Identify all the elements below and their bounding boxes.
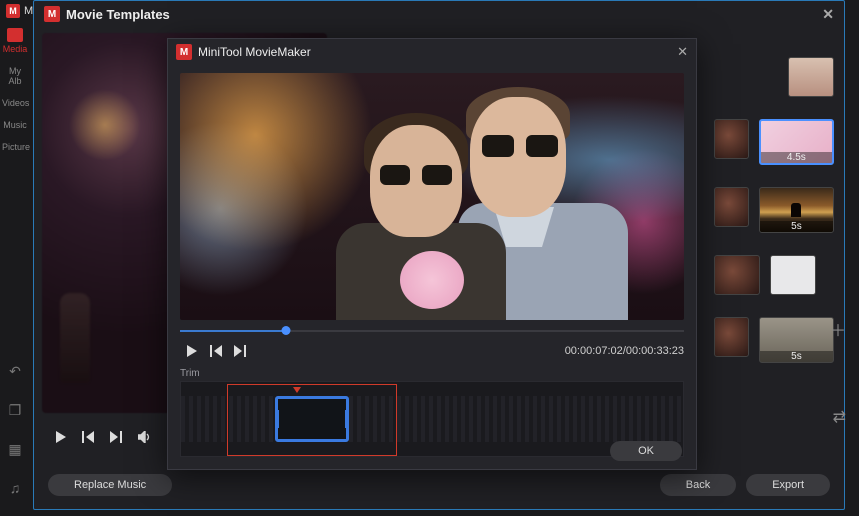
nav-item-media[interactable]: Media — [0, 22, 30, 60]
folder-icon — [7, 28, 23, 42]
time-current: 00:00:07:02 — [565, 345, 623, 357]
add-icon[interactable]: ＋ — [830, 317, 846, 341]
play-button[interactable] — [56, 431, 66, 443]
thumb-2[interactable]: 4.5s — [759, 119, 834, 165]
export-button[interactable]: Export — [746, 474, 830, 496]
thumb-duration: 5s — [760, 351, 833, 362]
moviemaker-titlebar: M MiniTool MovieMaker ✕ — [168, 39, 696, 65]
next-frame-button[interactable] — [228, 345, 252, 357]
thumb-8[interactable]: 5s — [759, 317, 834, 363]
nav-label: Music — [3, 120, 27, 130]
moviemaker-footer: OK — [168, 433, 696, 469]
nav-label: Picture — [2, 142, 30, 152]
nav-item-album[interactable]: My Alb — [0, 60, 30, 92]
thumb-6[interactable] — [770, 255, 816, 295]
thumb-3[interactable] — [714, 187, 749, 227]
ok-button[interactable]: OK — [610, 441, 682, 461]
trim-label: Trim — [180, 368, 684, 379]
play-button[interactable] — [180, 345, 204, 357]
nav-label: Videos — [2, 98, 29, 108]
grid-icon[interactable]: ▦ — [8, 441, 21, 458]
moviemaker-title: MiniTool MovieMaker — [198, 45, 311, 59]
video-preview[interactable] — [180, 73, 684, 320]
thumb-4[interactable]: 5s — [759, 187, 834, 233]
prev-frame-button[interactable] — [204, 345, 228, 357]
trim-handle-left[interactable] — [275, 410, 279, 428]
time-total: 00:00:33:23 — [626, 345, 684, 357]
shuffle-icon[interactable]: ⇄ — [833, 407, 846, 427]
nav-label: My Alb — [8, 66, 21, 86]
moviemaker-dialog: M MiniTool MovieMaker ✕ 00:00:07:02/00:0… — [167, 38, 697, 470]
thumb-0[interactable] — [788, 57, 834, 97]
next-frame-button[interactable] — [110, 431, 122, 443]
nav-item-videos[interactable]: Videos — [0, 92, 30, 114]
nav-item-picture[interactable]: Picture — [0, 136, 30, 158]
templates-titlebar: M Movie Templates ✕ — [34, 1, 844, 27]
prev-frame-button[interactable] — [82, 431, 94, 443]
volume-button[interactable] — [138, 431, 152, 443]
trim-playhead-icon[interactable] — [293, 387, 301, 393]
moviemaker-logo-icon: M — [176, 44, 192, 60]
templates-close-button[interactable]: ✕ — [822, 6, 834, 23]
app-logo-icon: M — [6, 4, 20, 18]
moviemaker-close-button[interactable]: ✕ — [677, 44, 688, 60]
trim-handle-right[interactable] — [345, 410, 349, 428]
templates-title: Movie Templates — [66, 7, 170, 22]
template-thumbnails: 4.5s 5s 5s — [714, 57, 834, 401]
thumb-1[interactable] — [714, 119, 749, 159]
undo-icon[interactable]: ↶ — [9, 363, 21, 380]
progress-knob[interactable] — [281, 326, 290, 335]
thumb-5[interactable] — [714, 255, 760, 295]
music-note-icon[interactable]: ♫ — [10, 480, 21, 496]
left-ops: ↶ ❐ ▦ ♫ — [0, 363, 30, 516]
nav-item-music[interactable]: Music — [0, 114, 30, 136]
progress-bar[interactable] — [180, 324, 684, 338]
layers-icon[interactable]: ❐ — [9, 402, 22, 419]
replace-music-button[interactable]: Replace Music — [48, 474, 172, 496]
templates-logo-icon: M — [44, 6, 60, 22]
thumb-duration: 4.5s — [761, 152, 832, 163]
back-button[interactable]: Back — [660, 474, 736, 496]
video-controls: 00:00:07:02/00:00:33:23 — [180, 340, 684, 362]
thumb-duration: 5s — [760, 221, 833, 232]
time-display: 00:00:07:02/00:00:33:23 — [565, 345, 684, 357]
nav-label: Media — [3, 44, 28, 54]
thumb-7[interactable] — [714, 317, 749, 357]
